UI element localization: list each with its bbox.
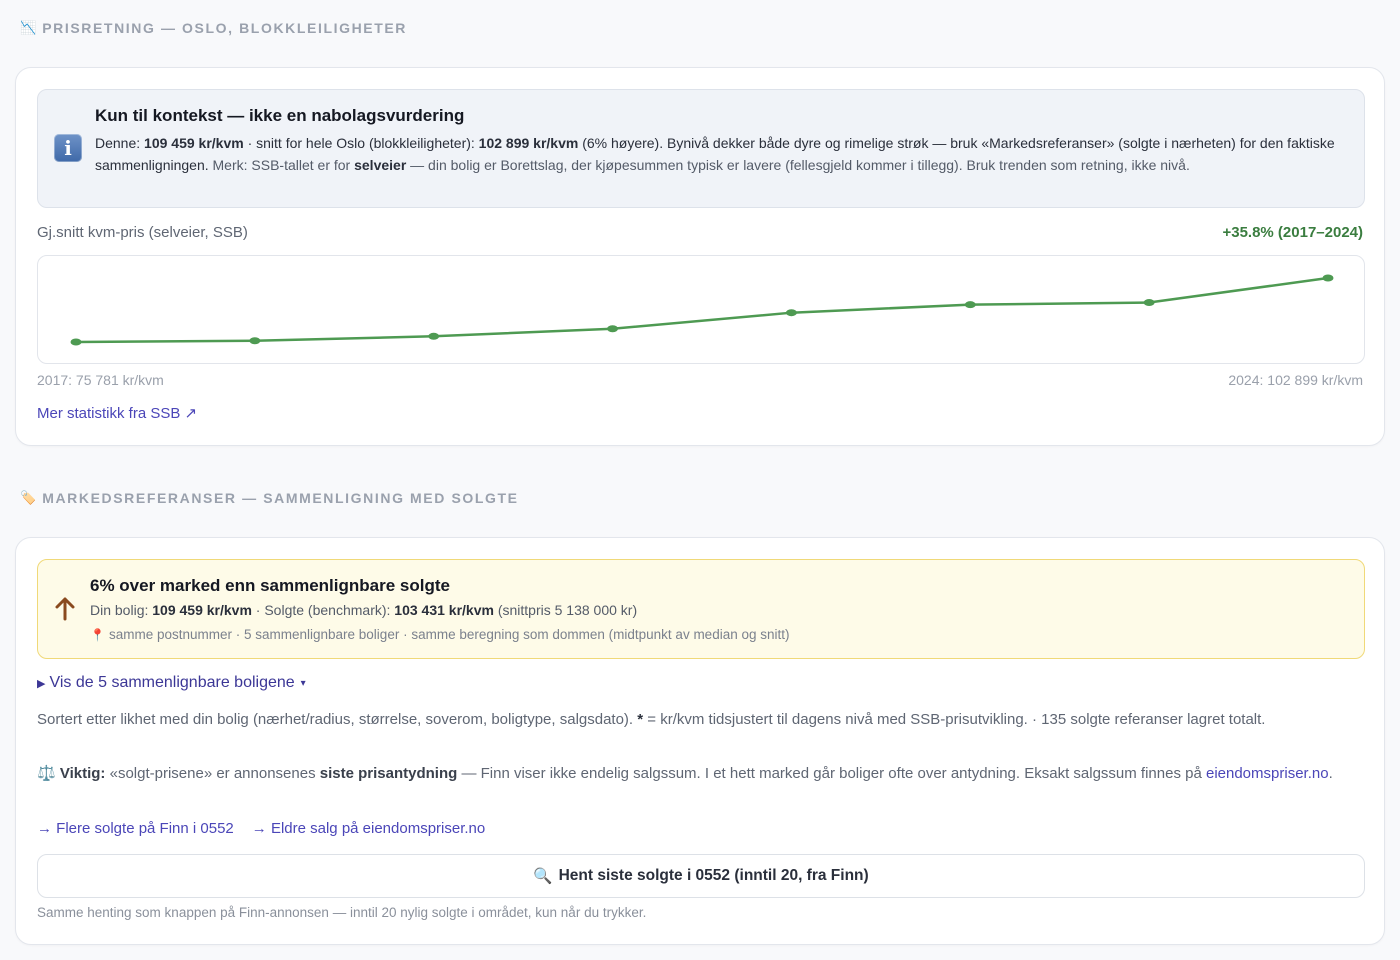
data-point-2024 <box>1322 274 1334 282</box>
external-links: → Flere solgte på Finn i 0552 → Eldre sa… <box>37 820 485 837</box>
chart-label: Gj.snitt kvm-pris (selveier, SSB) <box>37 224 248 241</box>
context-value: 109 459 kr/kvm <box>144 135 244 151</box>
trend-chart-svg <box>70 274 1334 346</box>
context-text: Merk: SSB-tallet er for <box>208 157 355 173</box>
chart-start-label: 2017: 75 781 kr/kvm <box>37 372 164 388</box>
important-text: «solgt-prisene» er annonsenes <box>105 765 320 782</box>
chart-down-icon: 📉 <box>20 20 37 35</box>
tag-icon: 🏷️ <box>20 490 37 505</box>
series-line <box>75 276 1329 344</box>
data-point-2020 <box>607 325 619 333</box>
market-comparison-sub: 📍 samme postnummer · 5 sammenlignbare bo… <box>90 627 790 642</box>
finn-sold-link[interactable]: → Flere solgte på Finn i 0552 <box>37 820 234 837</box>
sort-description: Sortert etter likhet med din bolig (nærh… <box>37 708 1357 731</box>
show-comparables-toggle[interactable]: ▶ Vis de 5 sammenlignbare boligene ▾ <box>37 674 306 692</box>
info-icon: i <box>54 134 82 162</box>
market-comparison-box: 6% over marked enn sammenlignbare solgte… <box>37 559 1365 659</box>
context-value: selveier <box>354 157 407 173</box>
eiendomspriser-link[interactable]: eiendomspriser.no <box>1206 765 1329 782</box>
context-value: 102 899 kr/kvm <box>478 135 579 151</box>
pin-icon: 📍 <box>90 627 105 642</box>
market-text: · Solgte (benchmark): <box>251 602 395 618</box>
data-point-2023 <box>1143 299 1155 307</box>
market-comparison-values: Din bolig: 109 459 kr/kvm · Solgte (benc… <box>90 602 637 618</box>
toggle-label: Vis de 5 sammenlignbare boligene <box>49 674 295 691</box>
ssb-statistics-link[interactable]: Mer statistikk fra SSB ↗ <box>37 404 197 422</box>
context-text: Denne: <box>95 135 145 151</box>
trend-chart <box>37 255 1365 364</box>
benchmark-price: 103 431 kr/kvm <box>394 602 494 618</box>
context-text: — din bolig er Borettslag, der kjøpesumm… <box>406 157 1190 173</box>
section-title: PRISRETNING — OSLO, BLOKKLEILIGHETER <box>42 20 408 36</box>
chart-end-label: 2024: 102 899 kr/kvm <box>1228 372 1363 388</box>
data-point-2021 <box>785 309 797 317</box>
context-text: (6% høyere). Bynivå dekker både dyre og … <box>578 135 1240 151</box>
eiendomspriser-older-sales-link[interactable]: → Eldre salg på eiendomspriser.no <box>252 820 485 837</box>
my-home-price: 109 459 kr/kvm <box>152 602 252 618</box>
data-point-2017 <box>70 338 82 346</box>
data-point-2022 <box>964 301 976 309</box>
important-emphasis: siste prisantydning <box>319 765 458 782</box>
market-comparison-title: 6% over marked enn sammenlignbare solgte <box>90 576 450 595</box>
section-header-market-references: 🏷️ MARKEDSREFERANSER — SAMMENLIGNING MED… <box>20 490 519 506</box>
context-title: Kun til kontekst — ikke en nabolagsvurde… <box>95 106 465 125</box>
arrow-up-icon <box>55 597 75 621</box>
data-point-2018 <box>249 337 261 345</box>
context-body: Denne: 109 459 kr/kvm · snitt for hele O… <box>95 132 1350 176</box>
data-point-2019 <box>428 332 440 340</box>
market-sub-text: samme postnummer · 5 sammenlignbare boli… <box>108 627 790 642</box>
section-title: MARKEDSREFERANSER — SAMMENLIGNING MED SO… <box>42 490 519 506</box>
sort-text: = kr/kvm tidsjustert til dagens nivå med… <box>643 711 1266 728</box>
sort-text: Sortert etter likhet med din bolig (nærh… <box>37 711 638 728</box>
fetch-sold-button[interactable]: 🔍 Hent siste solgte i 0552 (inntil 20, f… <box>37 854 1365 898</box>
section-header-price-trend: 📉 PRISRETNING — OSLO, BLOKKLEILIGHETER <box>20 20 407 36</box>
triangle-right-icon: ▶ <box>37 677 46 690</box>
important-note: ⚖️ Viktig: «solgt-prisene» er annonsenes… <box>37 762 1357 785</box>
market-text: (snittpris 5 138 000 kr) <box>493 602 638 618</box>
price-trend-card: i Kun til kontekst — ikke en nabolagsvur… <box>15 67 1385 446</box>
fetch-button-label: Hent siste solgte i 0552 (inntil 20, fra… <box>558 867 869 884</box>
fetch-footnote: Samme henting som knappen på Finn-annons… <box>37 905 647 920</box>
important-text: . <box>1328 765 1333 782</box>
important-text: — Finn viser ikke endelig salgssum. I et… <box>457 765 1206 782</box>
chevron-down-icon: ▾ <box>300 677 306 689</box>
context-text: · snitt for hele Oslo (blokkleiligheter)… <box>243 135 479 151</box>
chart-change-value: +35.8% (2017–2024) <box>1222 224 1363 241</box>
scales-icon: ⚖️ <box>37 765 56 782</box>
important-label: Viktig: <box>59 765 106 782</box>
market-references-card: 6% over marked enn sammenlignbare solgte… <box>15 537 1385 945</box>
search-icon: 🔍 <box>533 867 553 885</box>
context-info-box: i Kun til kontekst — ikke en nabolagsvur… <box>37 89 1365 208</box>
market-text: Din bolig: <box>90 602 153 618</box>
